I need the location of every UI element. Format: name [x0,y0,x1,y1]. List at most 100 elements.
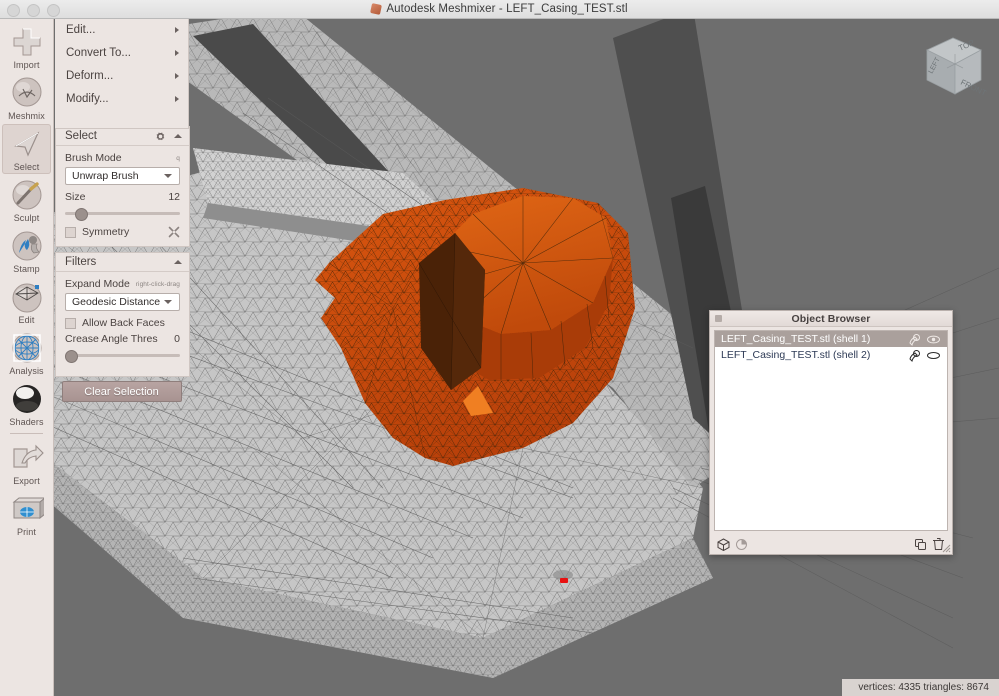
minimize-button[interactable] [27,4,40,17]
expand-mode-select[interactable]: Geodesic Distance [65,293,180,311]
menu-item-convert-to[interactable]: Convert To... [55,41,188,64]
sidebar-label: Import [13,60,40,70]
title-bar: Autodesk Meshmixer - LEFT_Casing_TEST.st… [0,0,999,19]
select-panel-body: Brush Mode q Unwrap Brush Size 12 Symmet… [56,146,189,246]
expand-mode-hint: right-click-drag [135,280,180,288]
symmetry-checkbox[interactable] [65,226,76,238]
meshmixer-logo-icon [371,4,381,14]
allow-back-faces-label: Allow Back Faces [82,317,165,329]
pie-shader-icon[interactable] [735,538,748,551]
meshmixer-window: TOP FRONT LEFT Autodesk Meshmixer - LEFT… [0,0,999,696]
filters-panel-header[interactable]: Filters [56,253,189,272]
crease-angle-slider[interactable] [65,348,180,363]
chevron-right-icon [175,95,179,102]
symmetry-row: Symmetry [65,226,180,238]
size-row: Size 12 [65,191,180,203]
allow-back-faces-row: Allow Back Faces [65,317,180,329]
meshmix-sphere-icon [12,77,41,107]
status-bar: vertices: 4335 triangles: 8674 [842,679,999,696]
select-panel: Select Brush Mode q Unwrap Brush Size 12 [55,126,190,247]
object-browser-title: Object Browser [791,312,871,325]
object-list[interactable]: LEFT_Casing_TEST.stl (shell 1) LEFT_Casi… [714,330,948,531]
caret-up-icon[interactable] [174,260,182,264]
brush-pointer-icon[interactable] [907,333,922,346]
crease-angle-label: Crease Angle Thres [65,333,158,345]
wrench-tools-icon[interactable] [168,226,180,238]
allow-back-faces-checkbox[interactable] [65,317,76,329]
clear-selection-container: Clear Selection [55,381,188,402]
close-box-icon[interactable] [715,315,722,322]
brush-pointer-icon[interactable] [907,349,922,362]
sidebar-item-print[interactable]: Print [2,489,51,539]
sidebar-item-import[interactable]: Import [2,22,51,72]
brush-mode-select[interactable]: Unwrap Brush [65,167,180,185]
filters-panel: Filters Expand Mode right-click-drag Geo… [55,252,190,377]
object-browser-footer[interactable] [710,534,952,554]
sidebar-label: Select [13,162,40,172]
chevron-down-icon [164,300,172,304]
menu-item-label: Deform... [66,69,114,82]
brush-sphere-icon [12,180,41,210]
sidebar-label: Meshmix [8,111,45,121]
menu-item-modify[interactable]: Modify... [55,87,188,110]
tool-dropdown-menu[interactable]: Edit... Convert To... Deform... Modify..… [55,18,189,129]
eye-open-icon[interactable] [926,333,941,346]
object-name: LEFT_Casing_TEST.stl (shell 2) [721,349,871,361]
menu-item-deform[interactable]: Deform... [55,64,188,87]
duplicate-icon[interactable] [914,538,927,551]
status-text: vertices: 4335 triangles: 8674 [858,682,989,693]
expand-mode-value: Geodesic Distance [72,296,161,308]
expand-mode-row: Expand Mode right-click-drag [65,278,180,290]
tool-sidebar[interactable]: Import Meshmix Select Sculpt Stamp Edit … [0,18,54,696]
sidebar-item-analysis[interactable]: Analysis [2,328,51,378]
gear-icon[interactable] [155,131,166,142]
menu-item-label: Convert To... [66,46,131,59]
cube-icon[interactable] [717,537,730,551]
object-name: LEFT_Casing_TEST.stl (shell 1) [721,333,871,345]
sidebar-item-sculpt[interactable]: Sculpt [2,175,51,225]
window-controls[interactable] [7,4,60,17]
filters-panel-body: Expand Mode right-click-drag Geodesic Di… [56,272,189,376]
menu-item-edit[interactable]: Edit... [55,18,188,41]
sidebar-item-select[interactable]: Select [2,124,51,174]
printer-icon [12,497,44,520]
object-browser-panel[interactable]: Object Browser LEFT_Casing_TEST.stl (she… [709,310,953,555]
sidebar-item-stamp[interactable]: Stamp [2,226,51,276]
sidebar-item-shaders[interactable]: Shaders [2,379,51,429]
view-cube[interactable]: TOP FRONT LEFT [915,24,993,104]
list-item[interactable]: LEFT_Casing_TEST.stl (shell 2) [715,347,947,363]
brush-mode-value: Unwrap Brush [72,170,139,182]
crease-angle-value: 0 [174,333,180,345]
select-panel-header[interactable]: Select [56,127,189,146]
sidebar-label: Print [16,527,36,537]
menu-item-label: Modify... [66,92,109,105]
sidebar-item-export[interactable]: Export [2,438,51,488]
sidebar-label: Export [13,476,40,486]
object-browser-header: Object Browser [710,311,952,327]
brush-cursor-indicator [553,570,573,583]
chevron-down-icon [164,174,172,178]
shaders-sphere-icon [12,385,41,413]
resize-grip-icon[interactable] [942,544,951,553]
expand-mode-label: Expand Mode [65,278,130,290]
sidebar-label: Stamp [13,264,40,274]
select-panel-title: Select [65,130,97,142]
eye-closed-icon[interactable] [926,349,941,362]
size-slider[interactable] [65,206,180,221]
crease-angle-row: Crease Angle Thres 0 [65,333,180,345]
cursor-arrow-icon [13,131,39,157]
clear-selection-button[interactable]: Clear Selection [61,381,182,402]
sidebar-item-edit[interactable]: Edit [2,277,51,327]
sidebar-item-meshmix[interactable]: Meshmix [2,73,51,123]
zoom-button[interactable] [47,4,60,17]
list-item[interactable]: LEFT_Casing_TEST.stl (shell 1) [715,331,947,347]
slider-knob[interactable] [65,350,78,363]
slider-track [65,354,180,357]
stamp-sphere-icon [12,231,41,261]
close-button[interactable] [7,4,20,17]
brush-mode-row: Brush Mode q [65,152,180,164]
edit-mesh-icon [12,283,41,313]
caret-up-icon[interactable] [174,134,182,138]
filters-panel-title: Filters [65,256,97,268]
slider-knob[interactable] [75,208,89,221]
